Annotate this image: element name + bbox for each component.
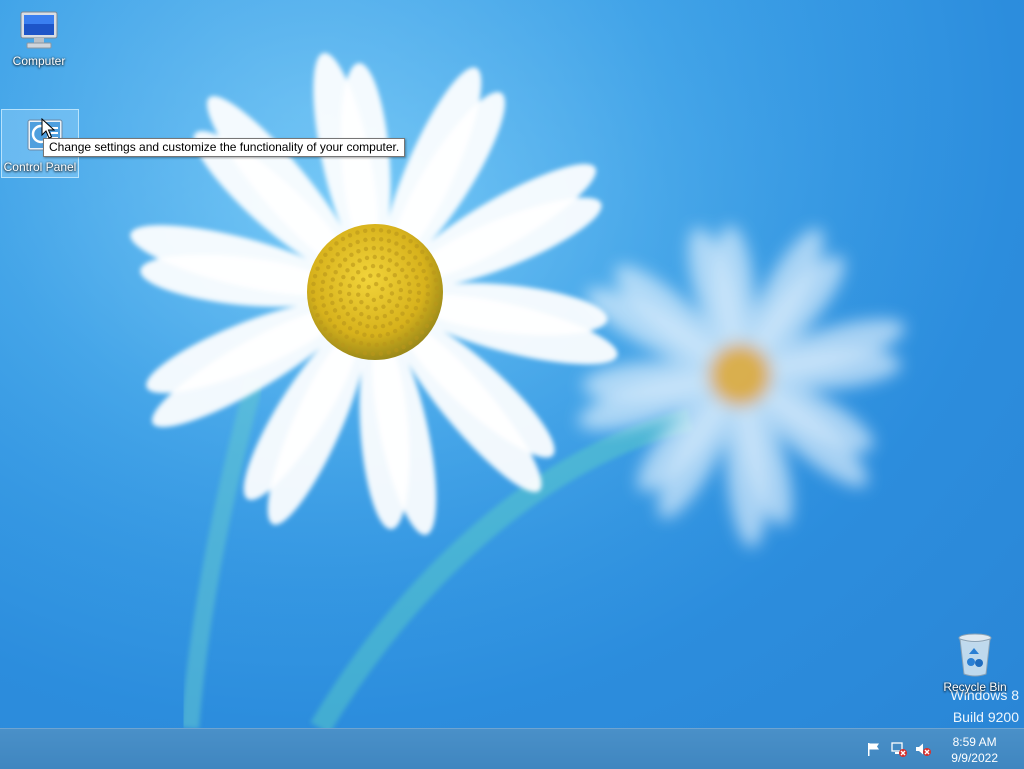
clock-time: 8:59 AM xyxy=(952,735,997,749)
computer-icon-label: Computer xyxy=(12,54,66,68)
daisy-wallpaper xyxy=(0,0,1024,728)
action-center-flag-icon[interactable] xyxy=(866,741,882,757)
taskbar-clock[interactable]: 8:59 AM 9/9/2022 xyxy=(951,734,998,766)
recycle-bin-desktop-icon[interactable]: Recycle Bin xyxy=(937,630,1013,694)
volume-muted-icon[interactable] xyxy=(915,741,931,757)
clock-date: 9/9/2022 xyxy=(951,751,998,765)
network-disconnected-icon[interactable] xyxy=(891,741,907,757)
mouse-cursor-icon xyxy=(41,118,55,139)
taskbar[interactable]: 8:59 AM 9/9/2022 xyxy=(0,728,1024,769)
control-panel-icon-label: Control Panel xyxy=(3,160,77,174)
computer-icon xyxy=(20,11,58,49)
recycle-bin-icon xyxy=(958,633,992,677)
control-panel-tooltip: Change settings and customize the functi… xyxy=(43,138,406,157)
watermark-build: Build 9200 xyxy=(952,709,1019,725)
computer-desktop-icon[interactable]: Computer xyxy=(1,8,77,68)
recycle-bin-icon-label: Recycle Bin xyxy=(943,680,1007,694)
desktop[interactable]: Computer Control Panel Change settings a… xyxy=(0,0,1024,728)
